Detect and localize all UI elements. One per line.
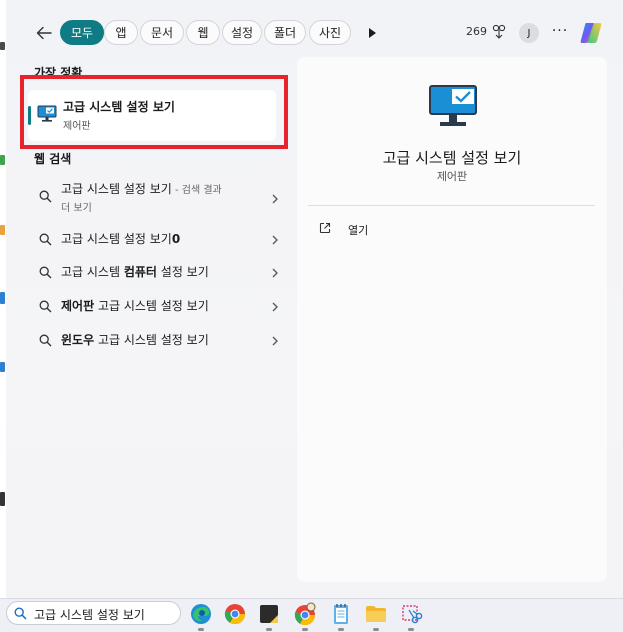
- search-icon: [39, 266, 52, 279]
- detail-subtitle: 제어판: [436, 170, 468, 183]
- running-indicator: [266, 628, 272, 631]
- snipping-tool-icon[interactable]: [399, 602, 423, 631]
- web-search-text-bold: 윈도우: [61, 333, 95, 347]
- edge-icon[interactable]: [189, 602, 213, 631]
- rewards-icon[interactable]: [492, 24, 506, 40]
- chevron-right-icon: [272, 302, 278, 312]
- system-properties-icon: [428, 83, 480, 129]
- more-options-button[interactable]: ···: [551, 23, 569, 43]
- filter-photos[interactable]: 사진: [309, 20, 351, 45]
- search-icon: [39, 334, 52, 347]
- sticky-notes-icon[interactable]: [257, 602, 281, 631]
- best-match-heading: 가장 정확: [34, 66, 83, 80]
- taskbar-search-text: 고급 시스템 설정 보기: [34, 608, 145, 622]
- filter-apps[interactable]: 앱: [104, 20, 138, 45]
- web-search-text-bold: 제어판: [61, 299, 95, 313]
- chevron-right-icon: [272, 235, 278, 245]
- best-match-result[interactable]: 고급 시스템 설정 보기 제어판: [28, 90, 276, 141]
- web-search-text: 고급 시스템 설정 보기: [94, 333, 209, 347]
- filter-documents[interactable]: 문서: [140, 20, 184, 45]
- chevron-right-icon: [272, 268, 278, 278]
- web-search-text: 고급 시스템 설정 보기: [61, 182, 172, 196]
- web-search-text: 고급 시스템 설정 보기: [61, 232, 172, 246]
- search-filter-bar: 모두 앱 문서 웹 설정 폴더 사진 269 J ···: [6, 17, 623, 49]
- web-search-text: 설정 보기: [156, 265, 209, 279]
- best-match-title: 고급 시스템 설정 보기: [63, 100, 175, 114]
- user-avatar[interactable]: J: [519, 23, 539, 43]
- desktop-icon-fragment: [0, 225, 5, 235]
- rewards-points[interactable]: 269: [466, 25, 487, 38]
- web-search-heading: 웹 검색: [34, 152, 72, 166]
- desktop-icon-fragment: [0, 155, 5, 165]
- taskbar-search-input[interactable]: 고급 시스템 설정 보기: [6, 601, 181, 625]
- desktop-icon-fragment: [0, 42, 5, 50]
- best-match-subtitle: 제어판: [63, 121, 91, 132]
- selection-accent: [28, 106, 31, 125]
- back-button[interactable]: [32, 22, 56, 44]
- web-search-hint: 더 보기: [61, 203, 92, 214]
- running-indicator: [373, 628, 379, 631]
- desktop-icon-fragment: [0, 292, 5, 304]
- running-indicator: [408, 628, 414, 631]
- web-search-item[interactable]: 제어판 고급 시스템 설정 보기: [28, 297, 286, 319]
- desktop-icon-fragment: [0, 492, 5, 506]
- chrome-canary-icon[interactable]: [293, 602, 317, 631]
- chrome-icon[interactable]: [223, 602, 247, 626]
- web-search-item[interactable]: 고급 시스템 컴퓨터 설정 보기: [28, 263, 286, 285]
- search-icon: [14, 607, 27, 620]
- running-indicator: [198, 628, 204, 631]
- open-external-icon: [319, 222, 331, 234]
- detail-title: 고급 시스템 설정 보기: [382, 149, 522, 167]
- more-filters-button[interactable]: [363, 24, 381, 42]
- desktop-icon-fragment: [0, 362, 5, 372]
- system-properties-icon: [37, 105, 57, 123]
- search-icon: [39, 300, 52, 313]
- web-search-item[interactable]: 고급 시스템 설정 보기 - 검색 결과 더 보기: [28, 180, 286, 216]
- result-detail-pane: 고급 시스템 설정 보기 제어판 열기: [297, 57, 607, 582]
- file-explorer-icon[interactable]: [364, 602, 388, 631]
- web-search-item[interactable]: 윈도우 고급 시스템 설정 보기: [28, 331, 286, 353]
- filter-all[interactable]: 모두: [60, 20, 104, 45]
- web-search-hint: - 검색 결과: [171, 185, 222, 196]
- running-indicator: [338, 628, 344, 631]
- web-search-item[interactable]: 고급 시스템 설정 보기0: [28, 230, 286, 252]
- chevron-right-icon: [272, 336, 278, 346]
- arrow-left-icon: [36, 26, 52, 40]
- web-search-text-bold: 0: [171, 232, 181, 246]
- play-icon: [369, 28, 376, 38]
- search-icon: [39, 233, 52, 246]
- copilot-icon[interactable]: [578, 20, 604, 46]
- chevron-right-icon: [272, 194, 278, 204]
- detail-divider: [308, 205, 595, 206]
- filter-web[interactable]: 웹: [186, 20, 220, 45]
- web-search-text: 고급 시스템: [61, 265, 124, 279]
- start-search-panel: 모두 앱 문서 웹 설정 폴더 사진 269 J ··· 가장 정확 고급 시스…: [6, 0, 623, 598]
- open-action-label: 열기: [348, 224, 369, 237]
- filter-settings[interactable]: 설정: [222, 20, 262, 45]
- search-icon: [39, 190, 52, 203]
- web-search-text: 고급 시스템 설정 보기: [94, 299, 209, 313]
- filter-folders[interactable]: 폴더: [264, 20, 306, 45]
- web-search-text-bold: 컴퓨터: [123, 265, 157, 279]
- taskbar: 고급 시스템 설정 보기: [0, 598, 623, 632]
- running-indicator: [302, 628, 308, 631]
- notepad-icon[interactable]: [329, 602, 353, 631]
